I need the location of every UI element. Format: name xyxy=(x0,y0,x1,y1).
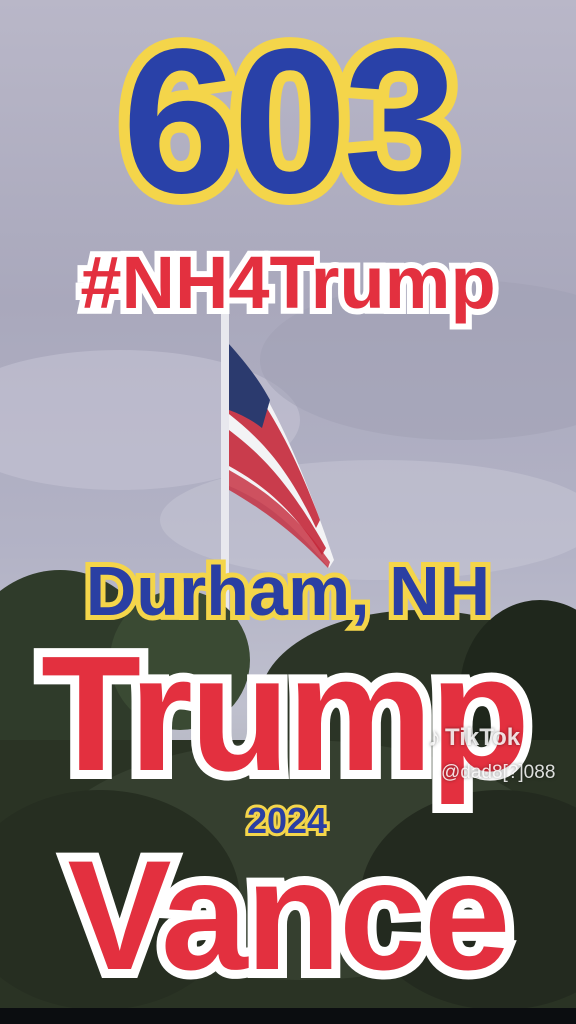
area-code-title: 603 xyxy=(111,6,469,236)
video-frame: 603 #NH4Trump Durham, NH Trump 2024 Vanc… xyxy=(0,0,576,1008)
tiktok-brand: TikTok xyxy=(445,723,521,751)
location-label: Durham, NH xyxy=(81,551,495,631)
tiktok-handle: @dad8[?]088 xyxy=(441,762,556,783)
tiktok-note-icon: ♪ xyxy=(428,722,441,752)
hashtag-label: #NH4Trump xyxy=(74,240,501,326)
tiktok-watermark: ♪ TikTok xyxy=(428,722,520,753)
bottom-bar xyxy=(0,1008,576,1024)
vance-title: Vance xyxy=(58,829,519,1003)
